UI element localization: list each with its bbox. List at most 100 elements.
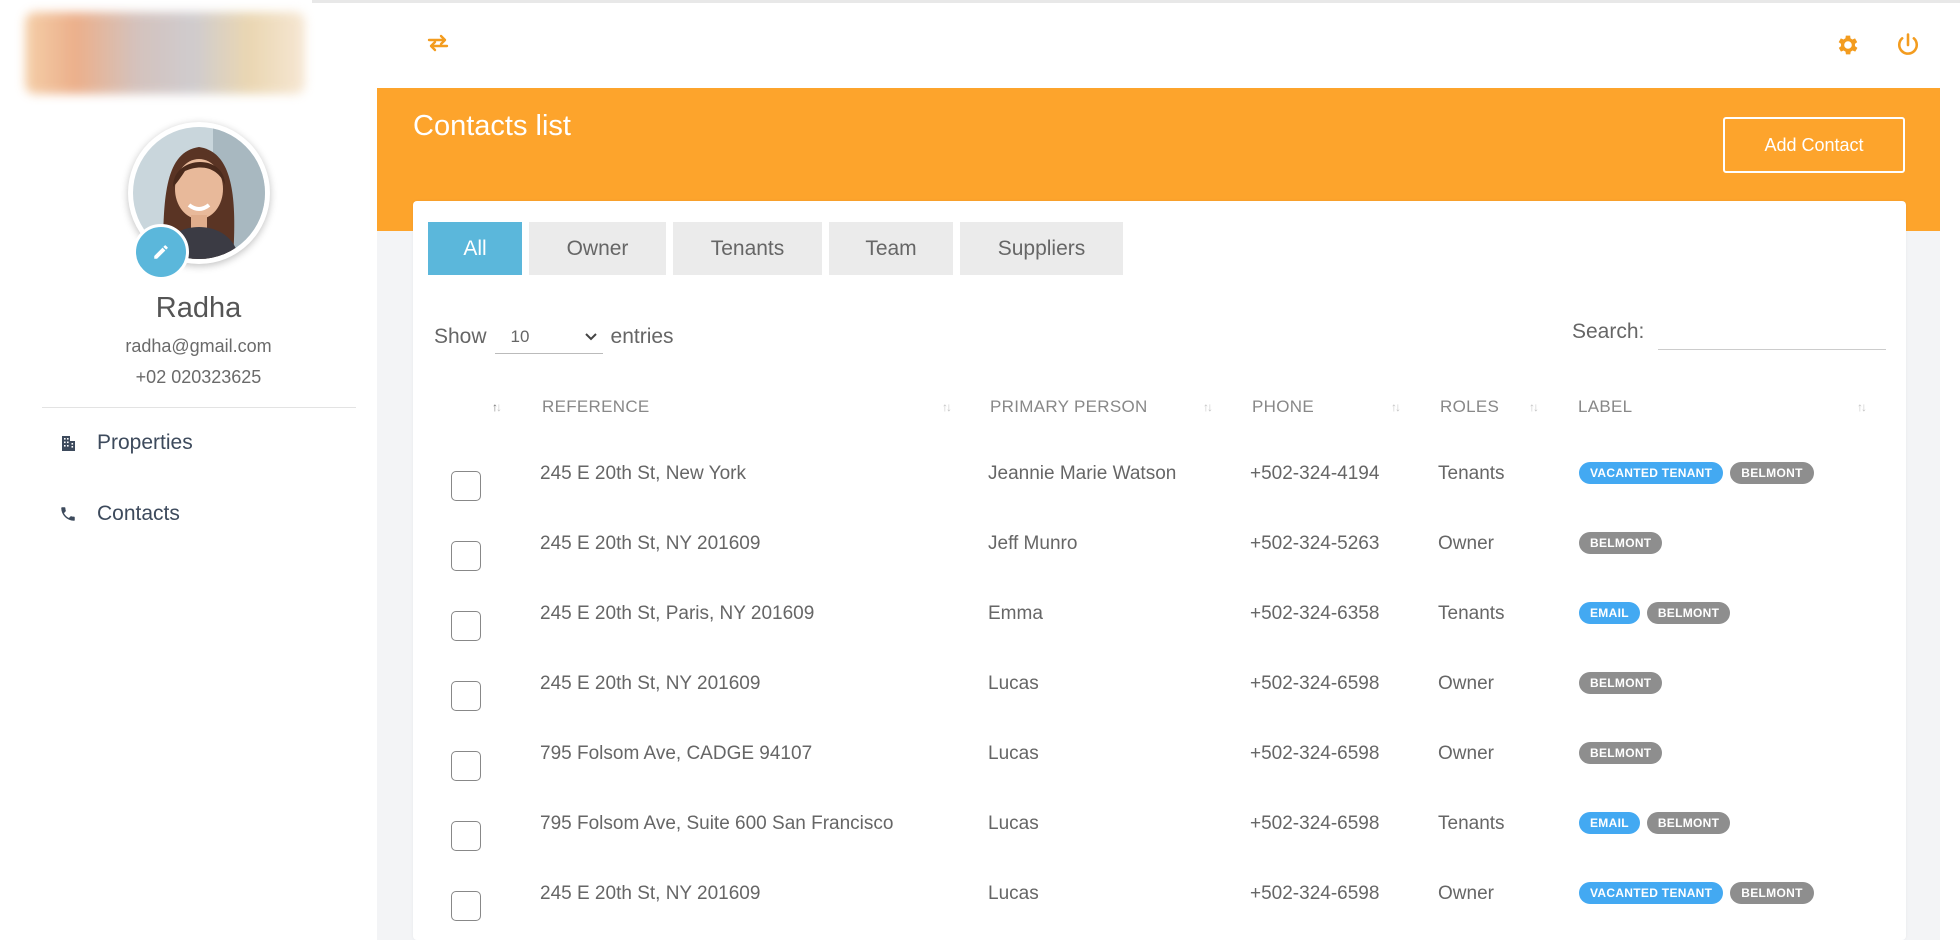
- profile-name: Radha: [155, 292, 242, 324]
- label-badge: BELMONT: [1579, 532, 1663, 554]
- label-badge: BELMONT: [1730, 882, 1814, 904]
- label-badge: BELMONT: [1646, 602, 1731, 624]
- row-checkbox[interactable]: [451, 681, 481, 711]
- brand-logo[interactable]: [25, 12, 305, 94]
- phone-icon: [57, 503, 79, 525]
- label-badge: VACANTED TENANT: [1579, 462, 1724, 484]
- tab-tenants[interactable]: Tenants: [673, 222, 822, 275]
- cell-primary-person: Lucas: [988, 813, 1039, 834]
- cell-phone: +502-324-6598: [1250, 813, 1380, 834]
- cell-phone: +502-324-6598: [1250, 743, 1380, 764]
- table-row[interactable]: 245 E 20th St, New York Jeannie Marie Wa…: [413, 437, 1906, 507]
- power-icon[interactable]: [1894, 31, 1922, 59]
- sidebar: Radha radha@gmail.com +02 020323625 Prop…: [0, 0, 377, 940]
- entries-select[interactable]: 10: [494, 320, 603, 354]
- table-row[interactable]: 245 E 20th St, NY 201609 Lucas +502-324-…: [413, 647, 1906, 717]
- cell-labels: BELMONT: [1579, 671, 1669, 694]
- label-badge: VACANTED TENANT: [1579, 882, 1724, 904]
- topbar-border: [312, 0, 1960, 3]
- cell-reference: 795 Folsom Ave, CADGE 94107: [540, 743, 813, 764]
- page-length-control: Show 10 entries: [434, 320, 674, 354]
- sidebar-item-properties[interactable]: Properties: [57, 431, 193, 455]
- profile-email: radha@gmail.com: [125, 336, 272, 356]
- label-badge: BELMONT: [1646, 812, 1731, 834]
- label-badge: BELMONT: [1579, 742, 1663, 764]
- cell-reference: 245 E 20th St, NY 201609: [540, 883, 761, 904]
- cell-labels: EMAIL BELMONT: [1579, 601, 1737, 624]
- filter-tabs: All Owner Tenants Team Suppliers: [428, 222, 1123, 275]
- cell-role: Tenants: [1438, 813, 1505, 834]
- cell-primary-person: Lucas: [988, 743, 1039, 764]
- cell-phone: +502-324-4194: [1250, 463, 1380, 484]
- sort-select-column-icon[interactable]: ↑↓: [492, 400, 502, 414]
- tab-team[interactable]: Team: [829, 222, 953, 275]
- cell-role: Owner: [1438, 883, 1494, 904]
- row-checkbox[interactable]: [451, 751, 481, 781]
- sort-phone-icon[interactable]: ↑↓: [1391, 400, 1401, 414]
- column-header-phone[interactable]: PHONE: [1252, 397, 1314, 417]
- cell-reference: 245 E 20th St, New York: [540, 463, 746, 484]
- table-row[interactable]: 245 E 20th St, NY 201609 Lucas +502-324-…: [413, 857, 1906, 927]
- row-checkbox[interactable]: [451, 891, 481, 921]
- cell-primary-person: Jeff Munro: [988, 533, 1078, 554]
- cell-labels: BELMONT: [1579, 741, 1669, 764]
- search-input[interactable]: [1658, 312, 1886, 350]
- page-title: Contacts list: [413, 110, 571, 142]
- cell-role: Owner: [1438, 533, 1494, 554]
- cell-labels: VACANTED TENANT BELMONT: [1579, 881, 1821, 904]
- label-badge: EMAIL: [1579, 602, 1640, 624]
- cell-role: Tenants: [1438, 603, 1505, 624]
- profile-phone: +02 020323625: [135, 367, 262, 387]
- cell-primary-person: Lucas: [988, 883, 1039, 904]
- table-row[interactable]: 245 E 20th St, Paris, NY 201609 Emma +50…: [413, 577, 1906, 647]
- app-root: Radha radha@gmail.com +02 020323625 Prop…: [0, 0, 1960, 940]
- cell-phone: +502-324-6358: [1250, 603, 1380, 624]
- sidebar-divider: [42, 407, 356, 408]
- column-header-primary-person[interactable]: PRIMARY PERSON: [990, 397, 1148, 417]
- search-label: Search:: [1572, 320, 1645, 343]
- row-checkbox[interactable]: [451, 611, 481, 641]
- cell-role: Owner: [1438, 673, 1494, 694]
- gear-icon[interactable]: [1835, 32, 1861, 58]
- cell-phone: +502-324-6598: [1250, 673, 1380, 694]
- entries-value: 10: [510, 326, 530, 346]
- show-label: Show: [434, 325, 487, 348]
- table-row[interactable]: 795 Folsom Ave, CADGE 94107 Lucas +502-3…: [413, 717, 1906, 787]
- sort-primary-person-icon[interactable]: ↑↓: [1203, 400, 1213, 414]
- cell-phone: +502-324-6598: [1250, 883, 1380, 904]
- label-badge: BELMONT: [1579, 672, 1663, 694]
- label-badge: BELMONT: [1730, 462, 1814, 484]
- cell-labels: BELMONT: [1579, 531, 1669, 554]
- row-checkbox[interactable]: [451, 541, 481, 571]
- cell-reference: 245 E 20th St, NY 201609: [540, 673, 761, 694]
- row-checkbox[interactable]: [451, 471, 481, 501]
- cell-labels: EMAIL BELMONT: [1579, 811, 1737, 834]
- cell-role: Tenants: [1438, 463, 1505, 484]
- table-row[interactable]: 795 Folsom Ave, Suite 600 San Francisco …: [413, 787, 1906, 857]
- cell-labels: VACANTED TENANT BELMONT: [1579, 461, 1821, 484]
- row-checkbox[interactable]: [451, 821, 481, 851]
- cell-role: Owner: [1438, 743, 1494, 764]
- sort-roles-icon[interactable]: ↑↓: [1529, 400, 1539, 414]
- column-header-label[interactable]: LABEL: [1578, 397, 1632, 417]
- swap-arrows-icon[interactable]: [425, 32, 451, 54]
- cell-reference: 245 E 20th St, Paris, NY 201609: [540, 603, 815, 624]
- column-header-roles[interactable]: ROLES: [1440, 397, 1499, 417]
- edit-avatar-button[interactable]: [133, 224, 189, 280]
- sort-reference-icon[interactable]: ↑↓: [942, 400, 952, 414]
- sidebar-item-contacts[interactable]: Contacts: [57, 502, 180, 526]
- table-row[interactable]: 245 E 20th St, NY 201609 Jeff Munro +502…: [413, 507, 1906, 577]
- tab-all[interactable]: All: [428, 222, 522, 275]
- chevron-down-icon: [584, 332, 597, 340]
- pencil-icon: [154, 245, 168, 259]
- entries-label: entries: [610, 325, 674, 348]
- column-header-reference[interactable]: REFERENCE: [542, 397, 650, 417]
- tab-owner[interactable]: Owner: [529, 222, 666, 275]
- tab-suppliers[interactable]: Suppliers: [960, 222, 1123, 275]
- sidebar-item-label: Properties: [97, 431, 193, 454]
- cell-reference: 245 E 20th St, NY 201609: [540, 533, 761, 554]
- sort-label-icon[interactable]: ↑↓: [1857, 400, 1867, 414]
- add-contact-button[interactable]: Add Contact: [1723, 117, 1905, 173]
- cell-phone: +502-324-5263: [1250, 533, 1380, 554]
- sidebar-item-label: Contacts: [97, 502, 180, 525]
